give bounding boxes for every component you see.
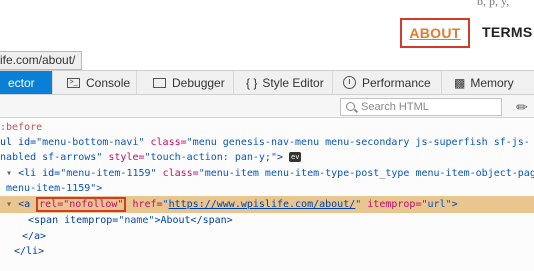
nav-about-link[interactable]: ABOUT <box>400 18 470 48</box>
tab-console-label: Console <box>86 75 131 90</box>
attr-name: href= <box>126 199 163 210</box>
markup-line[interactable]: </li> <box>0 244 534 259</box>
tag-close: > <box>451 199 458 210</box>
console-icon: >_ <box>67 77 80 88</box>
devtools-tabbar: ector >_ Console Debugger { } Style Edit… <box>0 71 534 95</box>
tab-console[interactable]: >_ Console <box>53 71 137 94</box>
search-html-placeholder: Search HTML <box>361 101 429 113</box>
expand-arrow-icon[interactable]: ▾ <box>6 168 12 179</box>
debugger-icon <box>153 77 166 88</box>
markup-line[interactable]: ▾ <li id="menu-item-1159" class="menu-it… <box>0 166 534 181</box>
attr-value: "name" <box>118 215 155 226</box>
attr-value: "touch-action: pan-y;" <box>144 152 277 163</box>
attr-value: "menu-item-1159" <box>60 168 157 179</box>
markup-line[interactable]: <span itemprop="name">About</span> <box>0 213 534 228</box>
tag-a: <a <box>18 199 31 210</box>
attr-name: class= <box>144 137 187 148</box>
tab-debugger-label: Debugger <box>172 75 225 90</box>
tab-inspector-label: ector <box>8 75 35 90</box>
clipped-text: b, p, y, <box>477 0 510 8</box>
href-link[interactable]: https://www.wpislife.com/about/ <box>169 199 356 210</box>
markup-line[interactable]: menu-item-1159"> <box>0 181 534 196</box>
tag-close: >About</span> <box>154 215 233 226</box>
search-icon <box>346 102 355 111</box>
tab-memory[interactable]: ▩ Memory <box>442 71 534 94</box>
tag-close: > <box>276 152 283 163</box>
markup-line-selected[interactable]: ▾ <a rel="nofollow" href="https://www.wp… <box>0 196 534 213</box>
tab-performance[interactable]: Performance <box>333 71 442 94</box>
attr-value: "menu-bottom-navi" <box>36 137 145 148</box>
tab-inspector[interactable]: ector <box>0 71 53 94</box>
attr-rel: rel="nofollow" <box>39 199 124 210</box>
markup-tree: :before ul id="menu-bottom-navi" class="… <box>0 119 534 271</box>
tag-ul: ul id= <box>0 137 37 148</box>
eyedropper-icon[interactable]: ✏ <box>514 99 530 115</box>
attr-name: itemprop= <box>361 199 422 210</box>
nav-about-label: ABOUT <box>409 25 461 41</box>
attr-value: nabled sf-arrows" <box>0 152 103 163</box>
markup-line[interactable]: </a> <box>0 229 534 244</box>
tab-style-editor-label: Style Editor <box>262 75 324 90</box>
style-editor-icon: { } <box>246 75 258 90</box>
attr-value: "menu-item menu-item-type-post_type menu… <box>198 168 534 179</box>
attr-value: "url" <box>421 199 452 210</box>
tab-performance-label: Performance <box>362 75 431 90</box>
website-header: b, p, y, ABOUT TERMS C <box>0 0 534 48</box>
nav-terms-link[interactable]: TERMS C <box>482 24 534 40</box>
attr-name: style= <box>102 152 145 163</box>
markup-line[interactable]: :before <box>0 120 534 135</box>
performance-icon <box>343 76 356 89</box>
tab-memory-label: Memory <box>470 75 514 90</box>
memory-icon: ▩ <box>454 75 466 90</box>
search-html-input[interactable]: Search HTML <box>340 98 502 116</box>
tag-li-close: </li> <box>14 246 45 257</box>
inspector-toolbar: Search HTML ✏ <box>0 95 534 118</box>
rel-nofollow-highlight: rel="nofollow" <box>36 197 127 212</box>
url-tooltip: ife.com/about/ <box>0 51 83 70</box>
devtools-panel: ector >_ Console Debugger { } Style Edit… <box>0 70 534 271</box>
tab-debugger[interactable]: Debugger <box>137 71 234 94</box>
expand-arrow-icon[interactable]: ▾ <box>6 199 12 210</box>
attr-name: class= <box>156 168 199 179</box>
markup-line[interactable]: ul id="menu-bottom-navi" class="menu gen… <box>0 135 534 150</box>
attr-value: menu-item-1159"> <box>6 183 103 194</box>
tag-a-close: </a> <box>22 231 47 242</box>
markup-line[interactable]: nabled sf-arrows" style="touch-action: p… <box>0 150 534 165</box>
tag-li: <li id= <box>18 168 61 179</box>
attr-value: "menu genesis-nav-menu menu-secondary js… <box>186 137 530 148</box>
tab-style-editor[interactable]: { } Style Editor <box>234 71 333 94</box>
event-badge[interactable]: ev <box>289 152 302 162</box>
tag-span: <span itemprop= <box>28 215 119 226</box>
pseudo-before: :before <box>0 122 43 133</box>
